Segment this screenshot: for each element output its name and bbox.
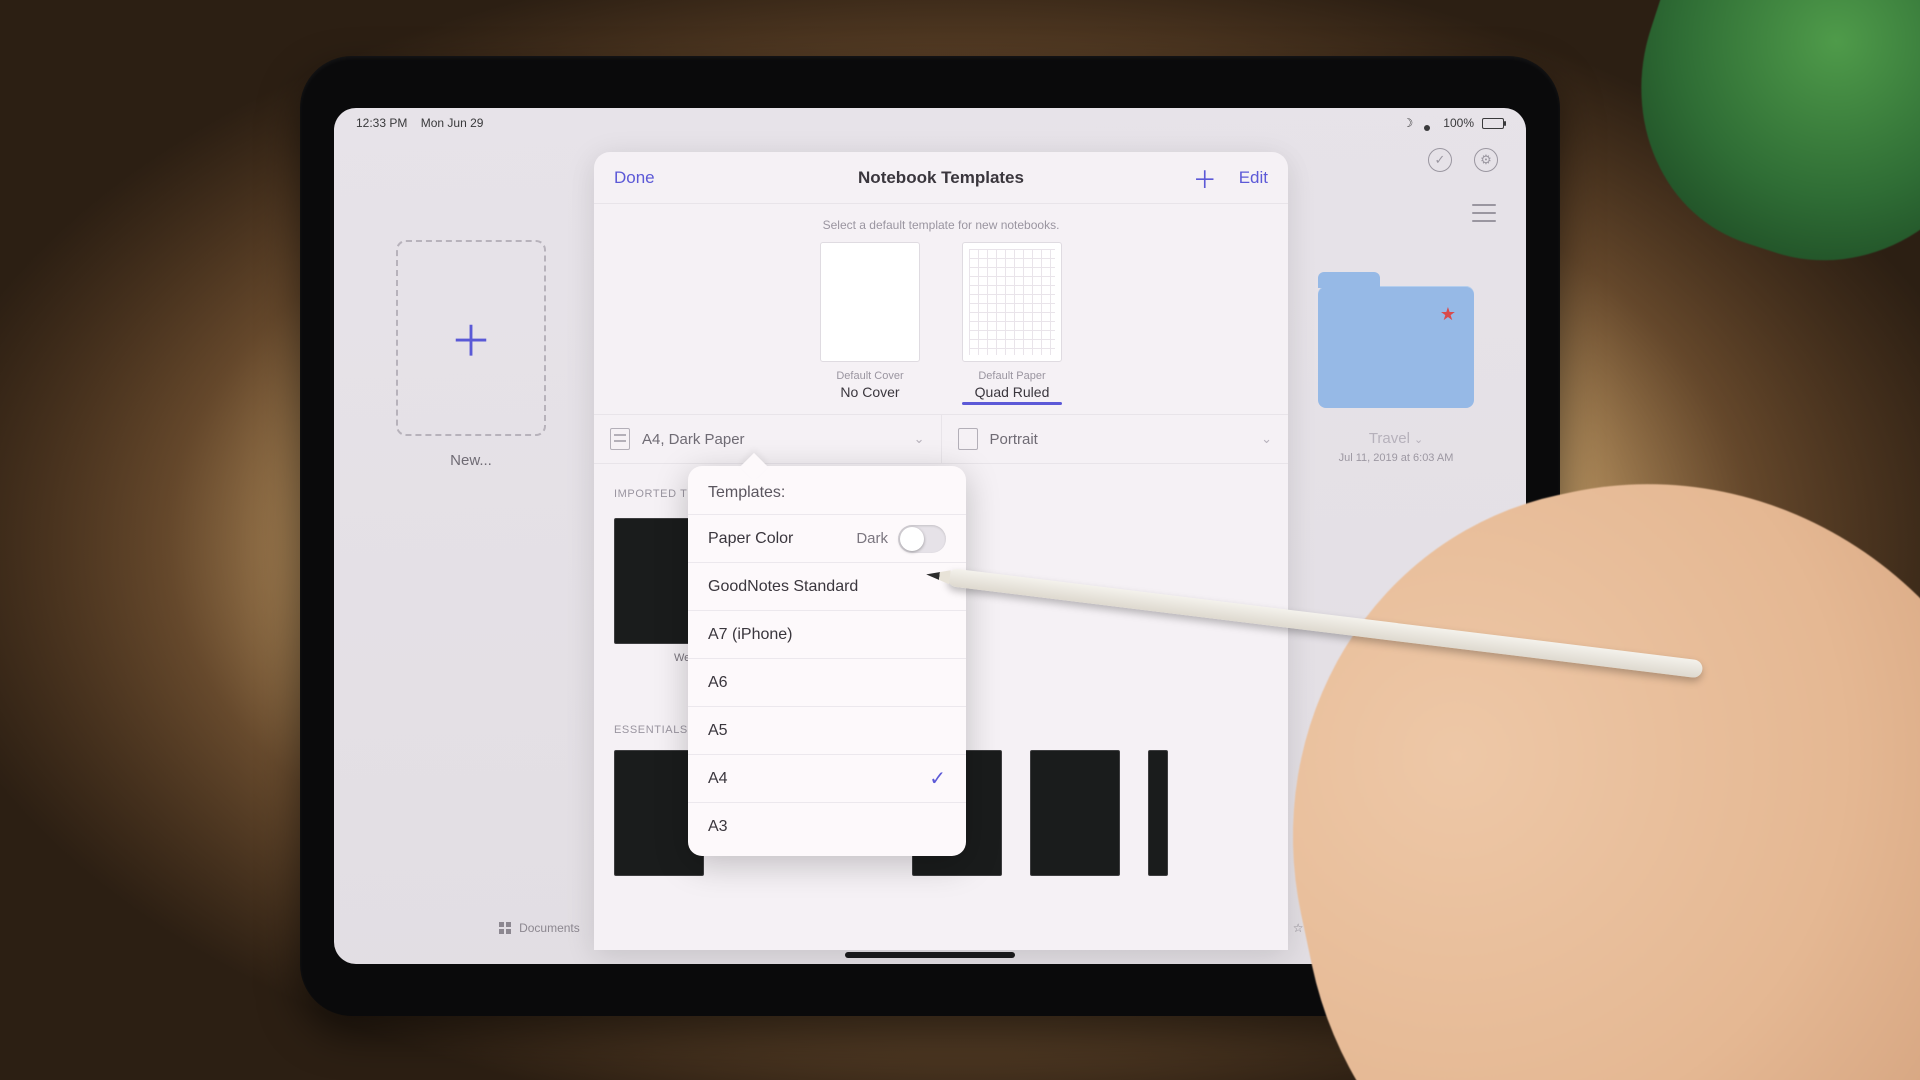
modal-header: Done Notebook Templates ＋ Edit [594, 152, 1288, 204]
chevron-down-icon: ⌄ [1414, 434, 1423, 446]
size-a7[interactable]: A7 (iPhone) [688, 610, 966, 658]
tab-documents[interactable]: Documents [499, 921, 580, 935]
default-templates-row: Default Cover No Cover Default Paper Qua… [594, 242, 1288, 414]
status-time: 12:33 PM [356, 116, 407, 130]
sync-icon[interactable]: ✓ [1428, 148, 1452, 172]
status-bar: 12:33 PM Mon Jun 29 ☽ 100% [334, 108, 1526, 138]
orientation-selector[interactable]: Portrait ⌄ [941, 415, 1289, 463]
add-template-button[interactable]: ＋ [1193, 160, 1217, 195]
paper-size-selector[interactable]: A4, Dark Paper ⌄ [594, 415, 941, 463]
plus-icon: ＋ [450, 308, 492, 369]
dnd-icon: ☽ [1403, 116, 1414, 130]
folder-timestamp: Jul 11, 2019 at 6:03 AM [1308, 452, 1484, 464]
essential-thumb-4[interactable] [1148, 750, 1168, 876]
edit-button[interactable]: Edit [1239, 168, 1268, 188]
popover-heading: Templates: [688, 484, 966, 514]
paper-size-popover: Templates: Paper Color Dark GoodNotes St… [688, 466, 966, 856]
star-outline-icon: ☆ [1293, 921, 1304, 935]
default-cover-option[interactable]: Default Cover No Cover [820, 242, 920, 400]
size-a4[interactable]: A4 ✓ [688, 754, 966, 802]
essential-thumb-3[interactable] [1030, 750, 1120, 876]
modal-title: Notebook Templates [594, 168, 1288, 188]
settings-gear-icon[interactable]: ⚙ [1474, 148, 1498, 172]
size-a5[interactable]: A5 [688, 706, 966, 754]
done-button[interactable]: Done [614, 168, 655, 188]
size-goodnotes-standard[interactable]: GoodNotes Standard [688, 562, 966, 610]
chevron-down-icon: ⌄ [1261, 431, 1272, 447]
size-a6[interactable]: A6 [688, 658, 966, 706]
battery-icon [1482, 118, 1504, 129]
paper-color-value: Dark [856, 530, 888, 547]
orientation-icon [958, 428, 978, 450]
home-indicator[interactable] [845, 952, 1015, 958]
star-icon: ★ [1440, 304, 1456, 325]
wifi-icon [1421, 116, 1435, 130]
checkmark-icon: ✓ [929, 766, 946, 791]
status-date: Mon Jun 29 [421, 116, 484, 130]
folder-travel[interactable]: ★ [1318, 286, 1474, 408]
default-paper-option[interactable]: Default Paper Quad Ruled [962, 242, 1062, 400]
new-notebook-tile[interactable]: ＋ [396, 240, 546, 436]
paper-color-row[interactable]: Paper Color Dark [688, 514, 966, 562]
battery-pct: 100% [1443, 116, 1474, 130]
paper-icon [610, 428, 630, 450]
size-a3[interactable]: A3 [688, 802, 966, 850]
menu-icon[interactable] [1472, 204, 1496, 222]
new-notebook-label: New... [396, 452, 546, 469]
folder-name: Travel⌄ [1308, 430, 1484, 447]
paper-color-toggle[interactable] [898, 525, 946, 553]
chevron-down-icon: ⌄ [914, 431, 925, 447]
modal-subtitle: Select a default template for new notebo… [594, 204, 1288, 242]
grid-icon [499, 922, 511, 934]
